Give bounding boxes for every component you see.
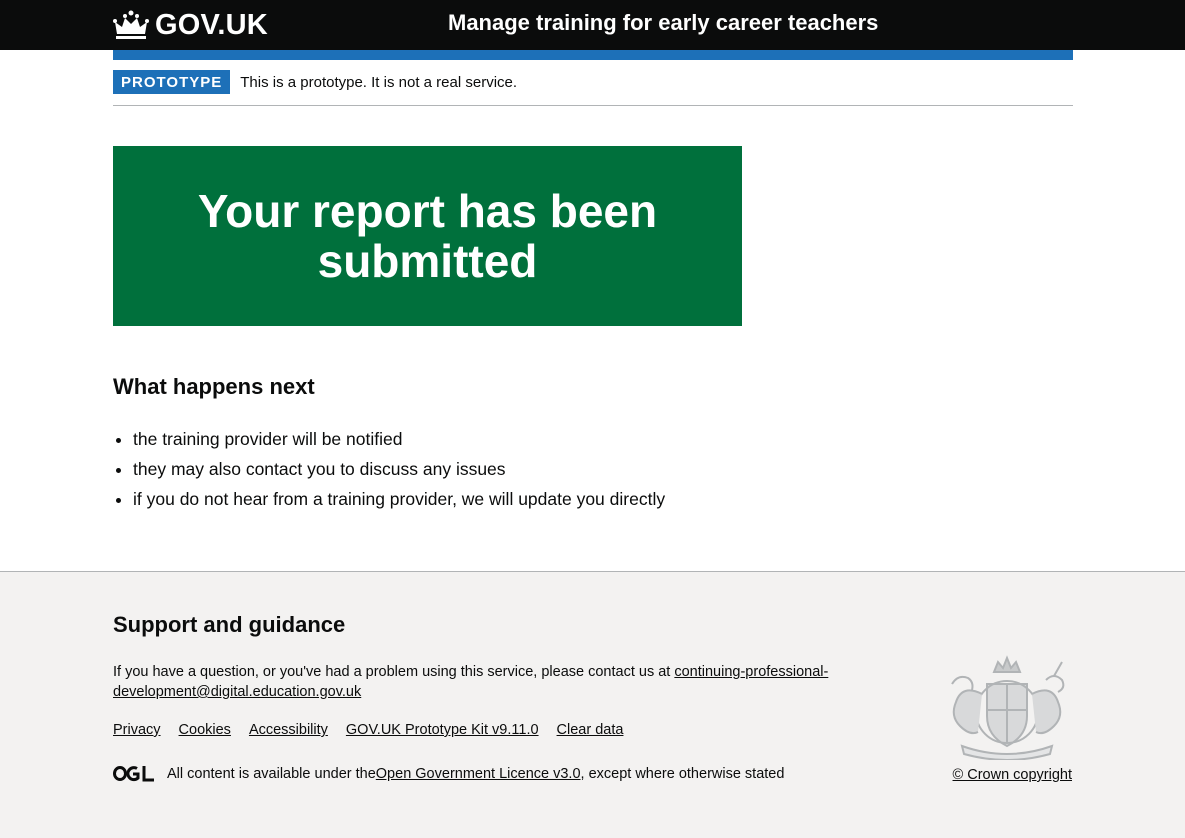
footer-link-prototype-kit[interactable]: GOV.UK Prototype Kit v9.11.0: [346, 722, 539, 738]
royal-coat-of-arms-icon: [951, 655, 1065, 760]
crown-icon: [113, 10, 149, 39]
crown-copyright-link[interactable]: © Crown copyright: [953, 767, 1072, 783]
list-item: if you do not hear from a training provi…: [133, 484, 665, 514]
licence-statement: All content is available under the Open …: [113, 765, 784, 782]
footer-link-cookies[interactable]: Cookies: [179, 722, 231, 738]
phase-banner-text: This is a prototype. It is not a real se…: [240, 74, 518, 91]
footer-link-clear-data[interactable]: Clear data: [557, 722, 624, 738]
licence-suffix: , except where otherwise stated: [580, 765, 785, 782]
site-header: GOV.UK Manage training for early career …: [0, 0, 1185, 50]
footer-link-accessibility[interactable]: Accessibility: [249, 722, 328, 738]
footer-links: Privacy Cookies Accessibility GOV.UK Pro…: [113, 722, 623, 738]
support-text: If you have a question, or you've had a …: [113, 662, 893, 702]
ogl-licence-link[interactable]: Open Government Licence v3.0: [376, 766, 581, 782]
govuk-logo-text: GOV.UK: [155, 8, 268, 41]
support-text-prefix: If you have a question, or you've had a …: [113, 664, 675, 680]
phase-banner: PROTOTYPE This is a prototype. It is not…: [113, 70, 1073, 106]
header-blue-bar: [113, 50, 1073, 60]
next-steps-list: the training provider will be notified t…: [113, 424, 665, 514]
confirmation-panel: Your report has been submitted: [113, 146, 742, 326]
licence-prefix: All content is available under the: [167, 765, 376, 782]
phase-tag: PROTOTYPE: [113, 70, 231, 94]
list-item: the training provider will be notified: [133, 424, 665, 454]
govuk-logo-link[interactable]: GOV.UK: [113, 8, 268, 42]
confirmation-title: Your report has been submitted: [197, 185, 658, 287]
service-name-link[interactable]: Manage training for early career teacher…: [448, 10, 878, 36]
next-steps-heading: What happens next: [113, 374, 315, 399]
footer-link-privacy[interactable]: Privacy: [113, 722, 161, 738]
site-footer: Support and guidance If you have a quest…: [0, 571, 1185, 838]
ogl-logo-icon: [113, 766, 154, 782]
list-item: they may also contact you to discuss any…: [133, 454, 665, 484]
support-heading: Support and guidance: [113, 612, 346, 637]
